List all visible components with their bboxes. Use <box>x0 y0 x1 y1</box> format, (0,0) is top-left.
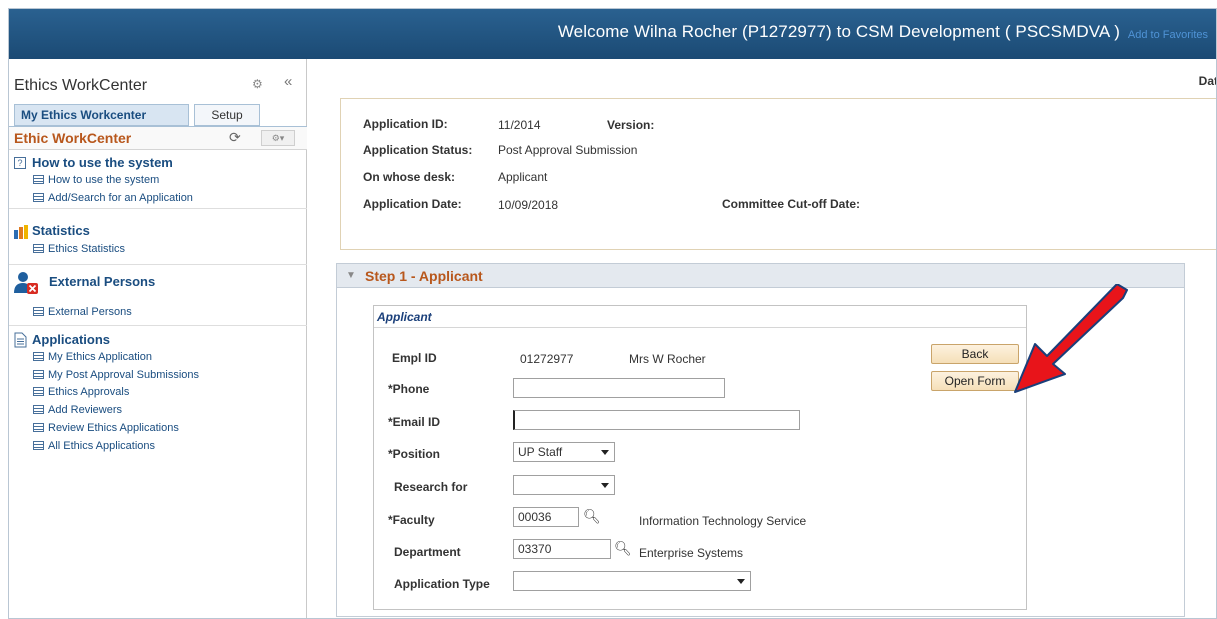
group-external-persons: External Persons External Persons <box>9 268 307 326</box>
list-icon <box>33 405 44 414</box>
workcenter-title: Ethic WorkCenter <box>14 130 132 146</box>
sidebar-title: Ethics WorkCenter <box>14 77 148 94</box>
email-input[interactable] <box>513 410 800 430</box>
sidebar-link[interactable]: Ethics Approvals <box>33 386 129 398</box>
sidebar-header: Ethics WorkCenter ⚙ « <box>9 59 307 103</box>
sidebar-link[interactable]: How to use the system <box>33 174 159 186</box>
corner-text: Dat <box>1198 74 1217 88</box>
sidebar-link[interactable]: Ethics Statistics <box>33 243 125 255</box>
application-id-label: Application ID: <box>363 117 448 131</box>
department-lookup-icon[interactable]: 🔍︎ <box>614 540 632 557</box>
application-type-label: Application Type <box>394 577 490 591</box>
applicant-box: Applicant Empl ID 01272977 Mrs W Rocher … <box>373 305 1027 610</box>
version-label: Version: <box>607 118 655 132</box>
tab-my-ethics-workcenter[interactable]: My Ethics Workcenter <box>14 104 189 126</box>
application-info-panel: Application ID: 11/2014 Version: Applica… <box>340 98 1216 250</box>
whose-desk-value: Applicant <box>498 170 548 184</box>
list-icon <box>33 352 44 361</box>
faculty-label: *Faculty <box>388 513 435 527</box>
list-icon <box>33 175 44 184</box>
whose-desk-label: On whose desk: <box>363 170 456 184</box>
tab-setup[interactable]: Setup <box>194 104 260 126</box>
applicant-title: Applicant <box>377 310 432 324</box>
department-code-input[interactable]: 03370 <box>513 539 611 559</box>
welcome-text: Welcome Wilna Rocher (P1272977) to CSM D… <box>557 22 1120 41</box>
empl-id-value: 01272977 <box>520 352 574 366</box>
bar-chart-icon <box>14 225 30 242</box>
sidebar-link[interactable]: Review Ethics Applications <box>33 422 179 434</box>
settings-menu-icon[interactable]: ⚙▾ <box>261 130 295 146</box>
red-arrow-annotation <box>1014 284 1128 393</box>
document-icon <box>14 332 27 351</box>
top-banner: Welcome Wilna Rocher (P1272977) to CSM D… <box>9 9 1216 59</box>
sidebar-link[interactable]: My Ethics Application <box>33 351 152 363</box>
group-title[interactable]: Statistics <box>32 223 90 238</box>
list-icon <box>33 370 44 379</box>
faculty-lookup-icon[interactable]: 🔍︎ <box>583 508 601 525</box>
group-how-to-use: ? How to use the system How to use the s… <box>9 151 307 209</box>
cutoff-date-label: Committee Cut-off Date: <box>722 197 860 211</box>
back-button[interactable]: Back <box>931 344 1019 364</box>
group-statistics: Statistics Ethics Statistics <box>9 222 307 265</box>
chevron-down-icon <box>601 483 609 488</box>
workcenter-bar: Ethic WorkCenter ⟳ ⚙▾ <box>9 126 307 150</box>
application-id-value: 11/2014 <box>498 118 541 132</box>
position-label: *Position <box>388 447 441 461</box>
research-for-select[interactable] <box>513 475 615 495</box>
group-applications: Applications My Ethics Application My Po… <box>9 329 307 469</box>
chevron-down-icon <box>737 579 745 584</box>
applicant-name: Mrs W Rocher <box>629 352 706 366</box>
app-frame: Welcome Wilna Rocher (P1272977) to CSM D… <box>8 8 1217 619</box>
application-date-value: 10/09/2018 <box>498 198 559 212</box>
empl-id-label: Empl ID <box>392 351 437 365</box>
group-title[interactable]: Applications <box>32 332 110 347</box>
chevron-down-icon <box>601 450 609 455</box>
application-type-select[interactable] <box>513 571 751 591</box>
faculty-code-input[interactable]: 00036 <box>513 507 579 527</box>
email-label: *Email ID <box>388 415 441 429</box>
department-name: Enterprise Systems <box>639 546 744 560</box>
sidebar-link[interactable]: All Ethics Applications <box>33 440 155 452</box>
refresh-icon[interactable]: ⟳ <box>229 129 241 146</box>
department-label: Department <box>394 545 461 559</box>
list-icon <box>33 244 44 253</box>
open-form-button[interactable]: Open Form <box>931 371 1019 391</box>
sidebar-link[interactable]: Add Reviewers <box>33 404 122 416</box>
list-icon <box>33 193 44 202</box>
research-for-label: Research for <box>394 480 468 494</box>
sidebar: Ethics WorkCenter ⚙ « My Ethics Workcent… <box>9 59 307 618</box>
sidebar-link[interactable]: External Persons <box>33 306 132 318</box>
group-title[interactable]: How to use the system <box>32 155 173 170</box>
group-title[interactable]: External Persons <box>49 274 155 289</box>
application-status-label: Application Status: <box>363 143 473 157</box>
sidebar-link[interactable]: Add/Search for an Application <box>33 192 193 204</box>
position-select[interactable]: UP Staff <box>513 442 615 462</box>
applicant-header: Applicant <box>374 306 1026 328</box>
gear-icon[interactable]: ⚙ <box>252 77 263 91</box>
step-title: Step 1 - Applicant <box>365 268 483 284</box>
list-icon <box>33 307 44 316</box>
list-icon <box>33 441 44 450</box>
collapse-icon[interactable]: « <box>284 73 292 90</box>
application-date-label: Application Date: <box>363 197 462 211</box>
sidebar-link[interactable]: My Post Approval Submissions <box>33 369 199 381</box>
faculty-name: Information Technology Service <box>639 514 807 528</box>
add-to-favorites-link[interactable]: Add to Favorites <box>1128 29 1208 41</box>
application-status-value: Post Approval Submission <box>498 143 638 157</box>
collapse-triangle-icon[interactable]: ▼ <box>346 270 356 281</box>
list-icon <box>33 423 44 432</box>
person-remove-icon <box>14 271 38 298</box>
list-icon <box>33 387 44 396</box>
help-icon: ? <box>14 157 26 169</box>
phone-label: *Phone <box>388 382 430 396</box>
phone-input[interactable] <box>513 378 725 398</box>
